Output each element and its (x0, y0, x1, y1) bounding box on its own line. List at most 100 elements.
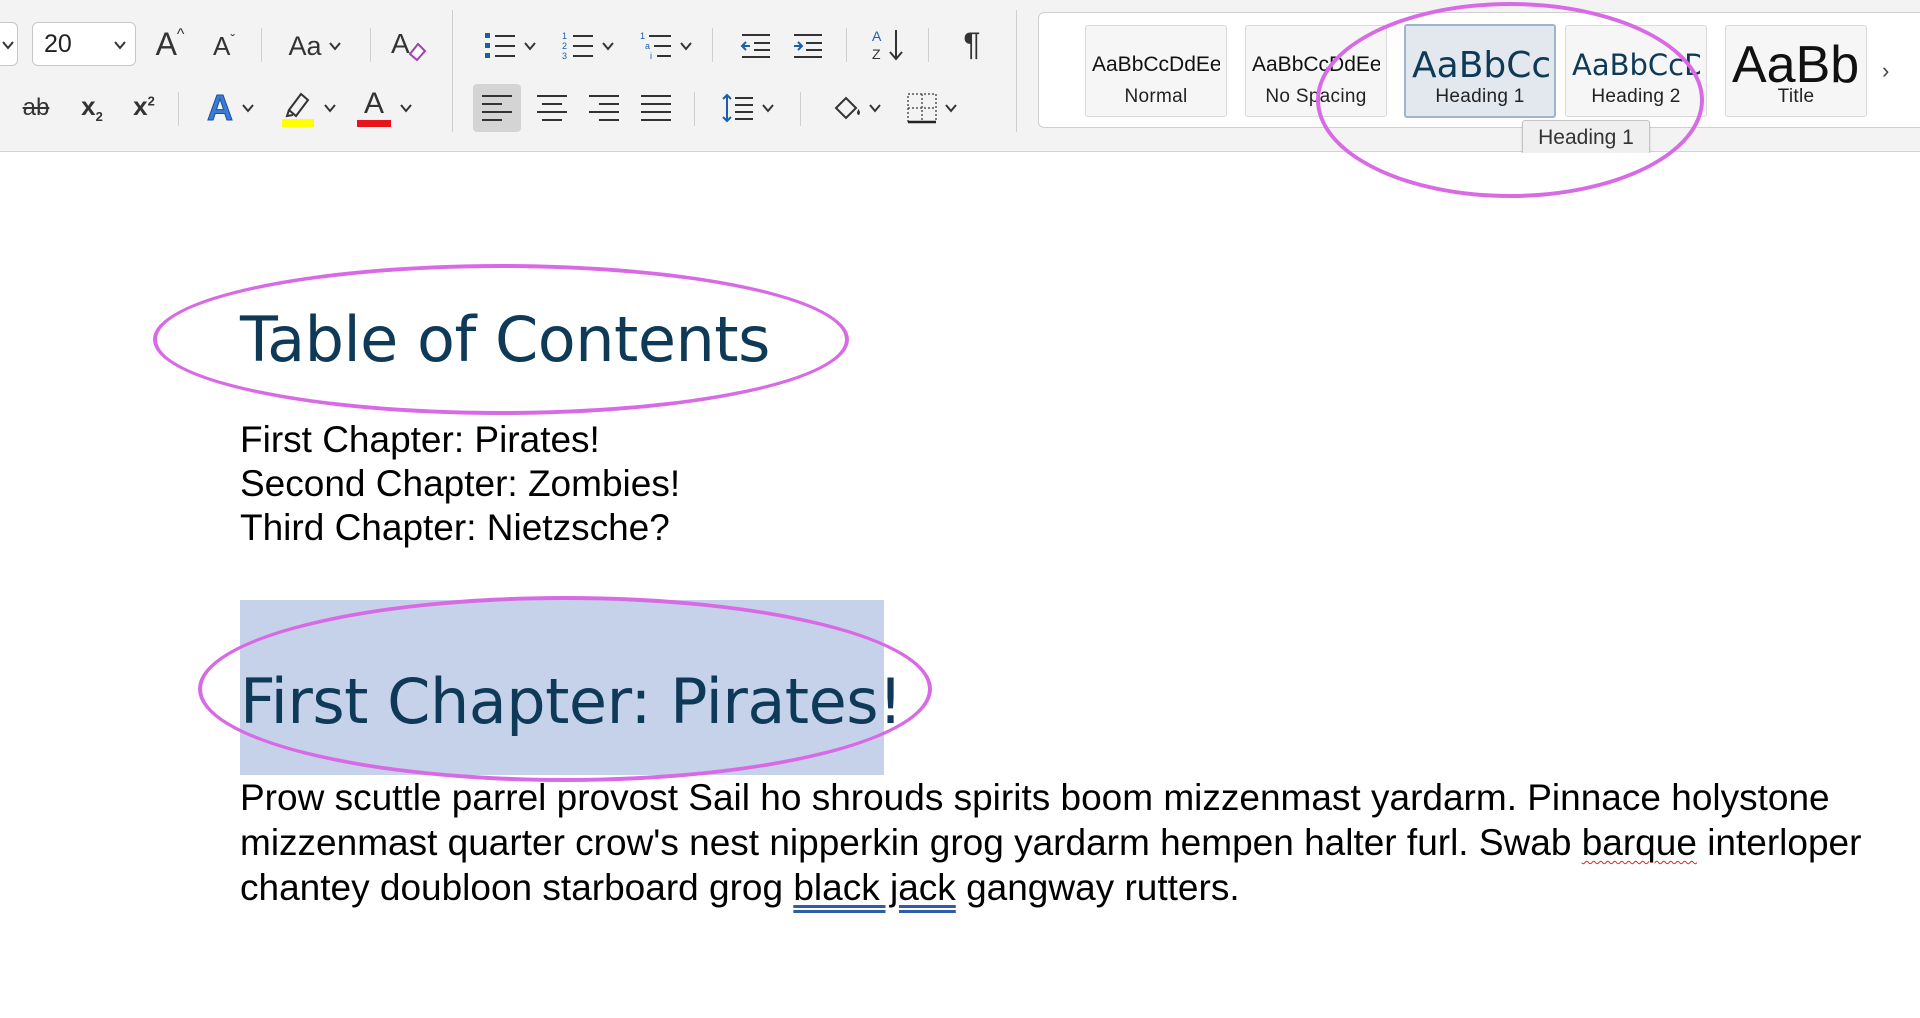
chevron-down-icon (945, 104, 957, 113)
subscript-button[interactable]: x2 (72, 88, 112, 128)
style-label: Heading 1 (1435, 86, 1525, 107)
toc-item[interactable]: Second Chapter: Zombies! (240, 462, 680, 506)
font-color-letter: A (363, 87, 384, 120)
chevron-down-icon (400, 104, 412, 113)
align-left-icon (482, 95, 512, 121)
highlight-button[interactable] (276, 84, 342, 132)
font-size-dropdown[interactable]: 20 (32, 22, 136, 66)
style-preview: AaBbCc (1412, 44, 1550, 86)
toc-item[interactable]: Third Chapter: Nietzsche? (240, 506, 680, 550)
bullet-list-icon (485, 33, 515, 58)
line-spacing-button[interactable] (714, 84, 782, 132)
divider (928, 28, 929, 62)
sort-button[interactable]: A Z (866, 22, 910, 68)
align-right-icon (589, 95, 619, 121)
chevron-down-icon (114, 41, 126, 50)
increase-indent-icon (794, 34, 822, 58)
divider (846, 28, 847, 62)
style-title[interactable]: AaBb Title (1725, 25, 1867, 117)
strikethrough-icon: ab (22, 94, 50, 121)
style-normal[interactable]: AaBbCcDdEe Normal (1085, 25, 1227, 117)
superscript-base: x (133, 91, 148, 121)
grammar-suggestion-phrase[interactable]: black jack (793, 867, 955, 908)
style-preview: AaBbCcDdEe (1252, 53, 1380, 76)
svg-text:3: 3 (562, 51, 567, 61)
align-center-icon (537, 95, 567, 121)
divider (694, 92, 695, 126)
divider (712, 28, 713, 62)
document-page[interactable]: Table of Contents First Chapter: Pirates… (0, 153, 1920, 1018)
superscript-button[interactable]: x2 (124, 86, 164, 126)
chevron-down-icon (2, 41, 14, 50)
gallery-next-arrow-icon[interactable]: › (1882, 58, 1889, 84)
caret-down-icon: ˇ (230, 31, 235, 47)
toc-item[interactable]: First Chapter: Pirates! (240, 418, 680, 462)
subscript-base: x (81, 90, 96, 121)
style-label: No Spacing (1265, 86, 1367, 107)
shrink-font-button[interactable]: Aˇ (204, 24, 244, 68)
justify-icon (641, 95, 671, 121)
change-case-icon: Aa (288, 30, 322, 61)
chevron-down-icon (869, 104, 881, 113)
strikethrough-button[interactable]: ab (14, 88, 58, 128)
style-heading-1[interactable]: AaBbCc Heading 1 (1404, 24, 1556, 118)
svg-text:1: 1 (562, 31, 567, 41)
font-name-dropdown[interactable] (0, 22, 18, 66)
divider (370, 28, 371, 62)
font-color-button[interactable]: A (352, 84, 418, 132)
shrink-font-icon: A (212, 31, 231, 61)
svg-text:A: A (872, 28, 882, 44)
svg-text:1: 1 (640, 31, 645, 41)
align-left-button[interactable] (473, 84, 521, 132)
divider (452, 10, 453, 132)
paint-bucket-icon (834, 96, 860, 120)
toc-list: First Chapter: Pirates! Second Chapter: … (240, 418, 680, 550)
borders-button[interactable] (898, 84, 966, 132)
superscript-digit: 2 (147, 93, 155, 109)
multilevel-list-icon: 1 a i (640, 31, 671, 61)
chevron-down-icon (242, 104, 254, 113)
pilcrow-icon: ¶ (963, 26, 981, 62)
style-label: Title (1777, 86, 1815, 107)
style-heading-2[interactable]: AaBbCcDd Heading 2 (1565, 25, 1707, 117)
clear-formatting-button[interactable]: A (386, 20, 430, 68)
justify-button[interactable] (634, 84, 678, 132)
caret-up-icon: ^ (176, 26, 185, 43)
chapter-heading[interactable]: First Chapter: Pirates! (240, 665, 903, 738)
chevron-down-icon (602, 42, 614, 51)
numbering-button[interactable]: 1 2 3 (554, 24, 622, 68)
style-no-spacing[interactable]: AaBbCcDdEe No Spacing (1245, 25, 1387, 117)
chevron-down-icon (524, 42, 536, 51)
style-preview: AaBbCcDdEe (1092, 53, 1220, 76)
divider (261, 28, 262, 62)
divider (800, 92, 801, 126)
style-preview: AaBbCcDd (1572, 48, 1700, 82)
change-case-button[interactable]: Aa (282, 24, 348, 68)
shading-button[interactable] (822, 84, 890, 132)
svg-text:Z: Z (872, 46, 881, 62)
spelling-error-word[interactable]: barque (1582, 822, 1697, 863)
sort-az-icon: A Z (872, 28, 903, 62)
chevron-down-icon (324, 104, 336, 113)
divider (178, 92, 179, 126)
divider (1016, 10, 1017, 132)
align-center-button[interactable] (530, 84, 574, 132)
multilevel-list-button[interactable]: 1 a i (632, 24, 700, 68)
font-color-swatch (357, 120, 391, 127)
style-label: Normal (1124, 86, 1188, 107)
subscript-digit: 2 (95, 109, 103, 125)
styles-gallery: AaBbCcDdEe Normal AaBbCcDdEe No Spacing … (1038, 12, 1920, 128)
toc-heading[interactable]: Table of Contents (240, 303, 770, 376)
increase-indent-button[interactable] (788, 24, 828, 68)
chevron-down-icon (680, 42, 692, 51)
style-tooltip: Heading 1 (1522, 120, 1650, 156)
body-paragraph[interactable]: Prow scuttle parrel provost Sail ho shro… (240, 775, 1880, 910)
svg-text:2: 2 (562, 41, 567, 51)
decrease-indent-button[interactable] (736, 24, 776, 68)
grow-font-icon: A (155, 26, 177, 62)
text-effects-button[interactable]: A (198, 84, 264, 132)
align-right-button[interactable] (582, 84, 626, 132)
grow-font-button[interactable]: A ^ (150, 22, 190, 66)
show-formatting-button[interactable]: ¶ (950, 22, 994, 66)
bullets-button[interactable] (476, 24, 544, 68)
